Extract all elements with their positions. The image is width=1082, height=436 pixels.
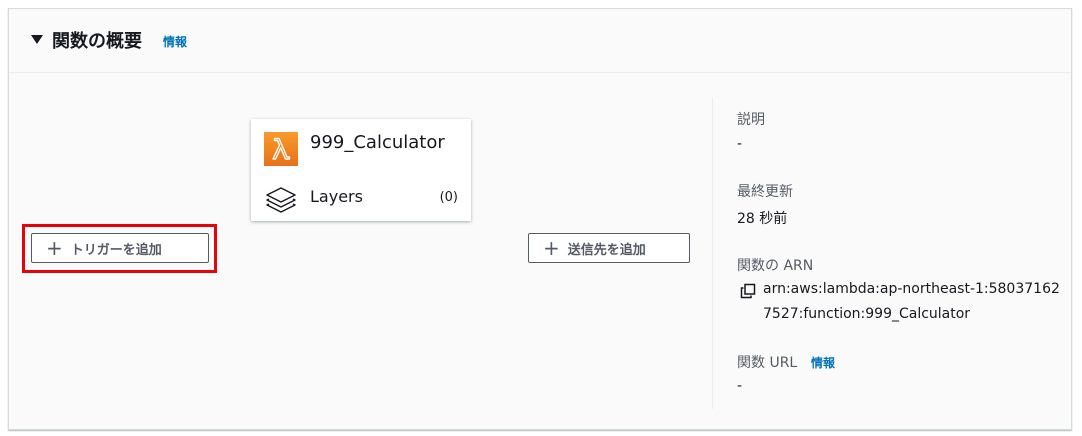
last-modified-value: 28 秒前	[737, 211, 788, 227]
add-destination-button[interactable]: + 送信先を追加	[528, 233, 690, 263]
description-value: -	[737, 136, 743, 152]
lambda-icon	[264, 132, 298, 166]
description-label: 説明	[737, 112, 765, 128]
layers-label[interactable]: Layers	[310, 187, 363, 206]
function-overview-panel: 関数の概要 情報 + トリガーを追加 999_Calculator Layers…	[8, 8, 1072, 430]
panel-header: 関数の概要 情報	[9, 9, 1071, 73]
function-url-value: -	[737, 378, 743, 394]
copy-icon[interactable]	[740, 283, 756, 299]
divider	[712, 97, 713, 409]
last-modified-label: 最終更新	[737, 184, 793, 200]
layers-count: (0)	[439, 190, 458, 205]
function-card[interactable]: 999_Calculator Layers (0)	[251, 119, 471, 221]
arn-label: 関数の ARN	[737, 258, 814, 274]
function-url-info-link[interactable]: 情報	[811, 354, 835, 371]
function-name: 999_Calculator	[310, 132, 445, 153]
page-title[interactable]: 関数の概要	[52, 27, 142, 53]
highlight-box	[22, 224, 217, 273]
arn-value: arn:aws:lambda:ap-northeast-1:5803716275…	[763, 281, 1060, 322]
caret-down-icon[interactable]	[31, 35, 43, 44]
add-destination-label: 送信先を追加	[567, 242, 646, 258]
plus-icon: +	[543, 236, 560, 260]
layers-icon	[264, 185, 298, 215]
info-link[interactable]: 情報	[163, 33, 187, 50]
function-url-label: 関数 URL	[737, 355, 798, 371]
